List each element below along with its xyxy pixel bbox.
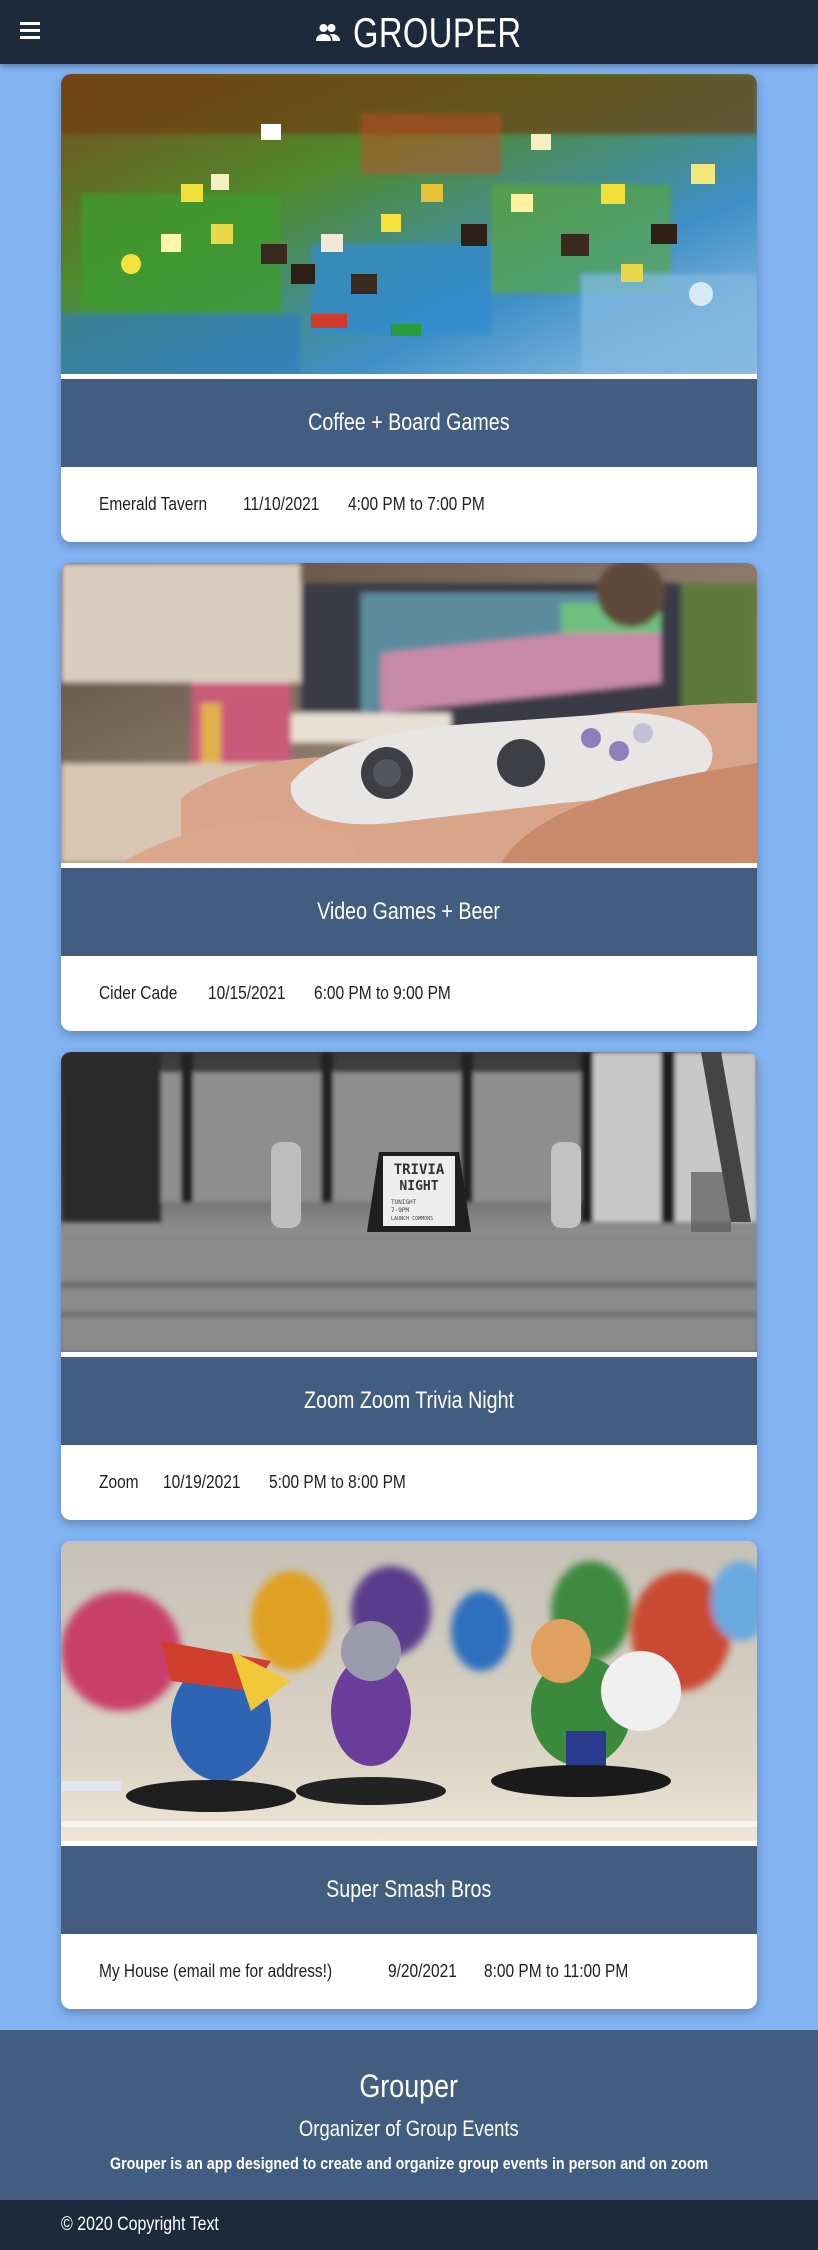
event-card[interactable]: Super Smash Bros My House (email me for … bbox=[61, 1541, 757, 2009]
event-title: Zoom Zoom Trivia Night bbox=[304, 1387, 514, 1414]
event-title: Coffee + Board Games bbox=[308, 409, 510, 436]
event-image-trivia-night: TRIVIA NIGHT TONIGHT 7-9PM LAUNCH COMMON… bbox=[61, 1052, 757, 1352]
trivia-sign-line-3: TONIGHT bbox=[391, 1199, 417, 1206]
event-date: 11/10/2021 bbox=[242, 494, 320, 514]
trivia-sign-line-4: 7-9PM bbox=[391, 1207, 409, 1214]
event-time: 6:00 PM to 9:00 PM bbox=[314, 983, 451, 1003]
trivia-sign-line-1: TRIVIA bbox=[394, 1162, 445, 1178]
event-title: Super Smash Bros bbox=[326, 1876, 492, 1903]
event-title: Video Games + Beer bbox=[317, 898, 501, 925]
footer-description: Grouper is an app designed to create and… bbox=[109, 2154, 709, 2173]
event-location: Cider Cade bbox=[99, 983, 178, 1003]
event-details: Emerald Tavern 11/10/2021 4:00 PM to 7:0… bbox=[61, 467, 757, 542]
event-location: My House (email me for address!) bbox=[99, 1961, 333, 1981]
trivia-sign-line-5: LAUNCH COMMONS bbox=[391, 1216, 433, 1222]
page-footer: Grouper Organizer of Group Events Groupe… bbox=[0, 2030, 818, 2200]
event-date: 10/15/2021 bbox=[208, 983, 286, 1003]
event-image-video-games bbox=[61, 563, 757, 863]
event-title-bar: Super Smash Bros bbox=[61, 1846, 757, 1934]
event-image-smash-bros bbox=[61, 1541, 757, 1841]
event-location: Zoom bbox=[99, 1472, 139, 1492]
footer-description-wrap: Grouper is an app designed to create and… bbox=[0, 2154, 818, 2174]
copyright-bar: © 2020 Copyright Text bbox=[0, 2200, 818, 2250]
event-image-board-games bbox=[61, 74, 757, 374]
event-details: Cider Cade 10/15/2021 6:00 PM to 9:00 PM bbox=[61, 956, 757, 1031]
event-title-bar: Zoom Zoom Trivia Night bbox=[61, 1357, 757, 1445]
brand-title: GROUPER bbox=[353, 9, 522, 56]
event-details: My House (email me for address!) 9/20/20… bbox=[61, 1934, 757, 2009]
copyright-text: © 2020 Copyright Text bbox=[61, 2214, 219, 2235]
footer-subtitle: Organizer of Group Events bbox=[299, 2116, 519, 2141]
event-title-bar: Video Games + Beer bbox=[61, 868, 757, 956]
event-date: 9/20/2021 bbox=[388, 1961, 457, 1981]
people-group-icon bbox=[316, 24, 340, 41]
event-time: 8:00 PM to 11:00 PM bbox=[484, 1961, 629, 1981]
brand-logo-link[interactable]: GROUPER bbox=[0, 0, 818, 64]
event-time: 4:00 PM to 7:00 PM bbox=[347, 494, 485, 514]
footer-title-wrap: Grouper bbox=[0, 2068, 818, 2105]
top-navbar: GROUPER bbox=[0, 0, 818, 64]
event-date: 10/19/2021 bbox=[163, 1472, 241, 1492]
event-card[interactable]: Coffee + Board Games Emerald Tavern 11/1… bbox=[61, 74, 757, 542]
event-location: Emerald Tavern bbox=[99, 494, 208, 514]
event-details: Zoom 10/19/2021 5:00 PM to 8:00 PM bbox=[61, 1445, 757, 1520]
event-card[interactable]: Video Games + Beer Cider Cade 10/15/2021… bbox=[61, 563, 757, 1031]
footer-title: Grouper bbox=[359, 2068, 459, 2104]
event-time: 5:00 PM to 8:00 PM bbox=[269, 1472, 406, 1492]
trivia-sign-line-2: NIGHT bbox=[399, 1179, 438, 1194]
event-title-bar: Coffee + Board Games bbox=[61, 379, 757, 467]
event-card[interactable]: TRIVIA NIGHT TONIGHT 7-9PM LAUNCH COMMON… bbox=[61, 1052, 757, 1520]
footer-subtitle-wrap: Organizer of Group Events bbox=[0, 2116, 818, 2142]
